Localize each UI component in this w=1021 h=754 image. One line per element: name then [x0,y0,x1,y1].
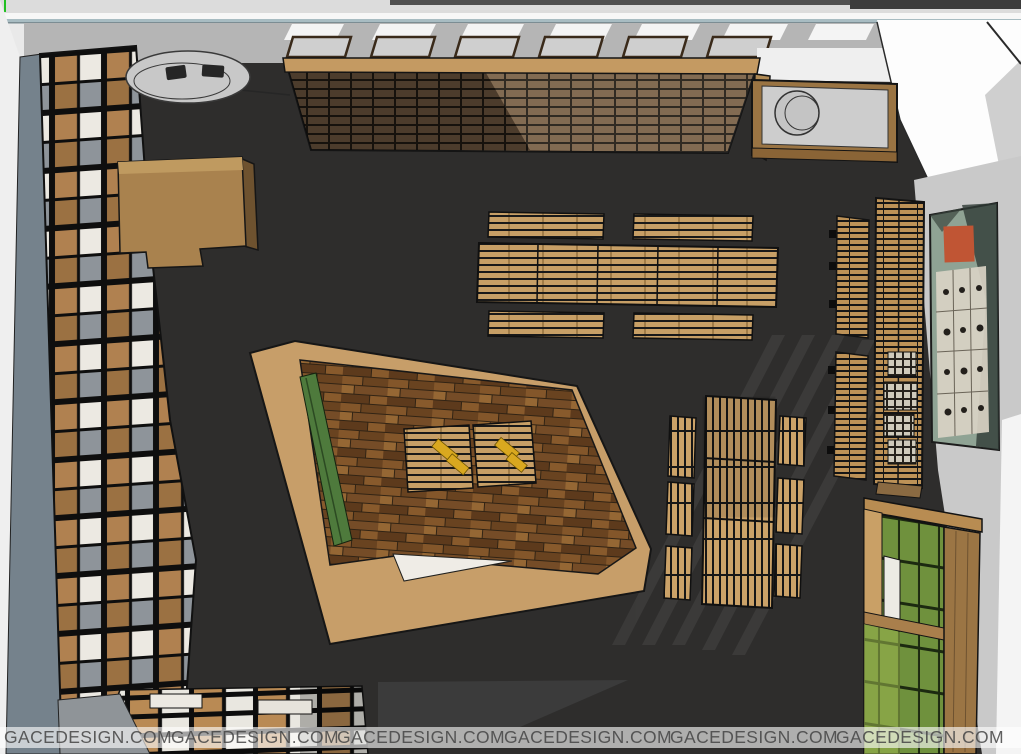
bench-right-3 [774,544,802,598]
scene-svg: GACEDESIGN.COM GACEDESIGN.COM GACEDESIGN… [0,0,1021,754]
display-box-white-1 [150,694,202,708]
long-table [477,243,778,307]
table-joint-1 [537,244,538,303]
bench-right-1 [778,416,806,466]
green-axis-line [4,0,6,12]
bench-left-1 [668,416,696,478]
chair-1 [165,65,187,81]
bench-right-2 [776,478,804,534]
display-box-white-2 [258,700,312,714]
wall-poster [930,203,999,450]
round-table-top [126,51,250,103]
bench-top-left [488,212,604,239]
watermark-text-2: GACEDESIGN.COM [171,727,339,747]
bench-top-right [633,214,753,241]
top-white-band [0,13,1021,19]
lattice-screen [283,58,770,160]
render-canvas: GACEDESIGN.COM GACEDESIGN.COM GACEDESIGN… [0,0,1021,754]
green-unit-wood-side [944,527,980,754]
watermark-band: GACEDESIGN.COM GACEDESIGN.COM GACEDESIGN… [0,727,1021,748]
platform-table-left [404,425,473,492]
round-table [126,51,250,103]
thin-slat-shelf-upper [836,216,869,338]
bench-left-2 [666,482,694,536]
chair-2 [202,64,225,78]
green-unit-white-cell [884,556,900,624]
watermark-text-1: GACEDESIGN.COM [4,727,172,747]
reading-tables-right [664,396,806,608]
green-cubby-unit [864,482,982,754]
table-joint-3 [657,246,658,305]
thin-slat-shelf-lower [834,352,868,480]
bench-left-3 [664,546,692,600]
platform-table-right [473,421,536,487]
bench-bottom-right [633,313,753,340]
table-joint-4 [717,247,718,306]
watermark-text-3: GACEDESIGN.COM [337,727,505,747]
counter-basin [775,91,819,135]
wall-white-patch-right [757,48,900,82]
tall-table-shade [703,397,775,517]
reception-counter [752,80,897,162]
watermark-text-6: GACEDESIGN.COM [836,727,1004,747]
top-blue-line [0,19,1021,22]
table-joint-2 [597,245,598,304]
top-dark-bar-right [850,0,1021,9]
bench-bottom-left [488,311,604,338]
watermark-text-4: GACEDESIGN.COM [504,727,672,747]
lattice-top-rail [283,58,760,74]
tall-shelf-hatch-boxes [884,352,917,464]
poster-red-seal [943,225,974,262]
watermark-text-5: GACEDESIGN.COM [670,727,838,747]
green-unit-tan-column [864,509,882,618]
